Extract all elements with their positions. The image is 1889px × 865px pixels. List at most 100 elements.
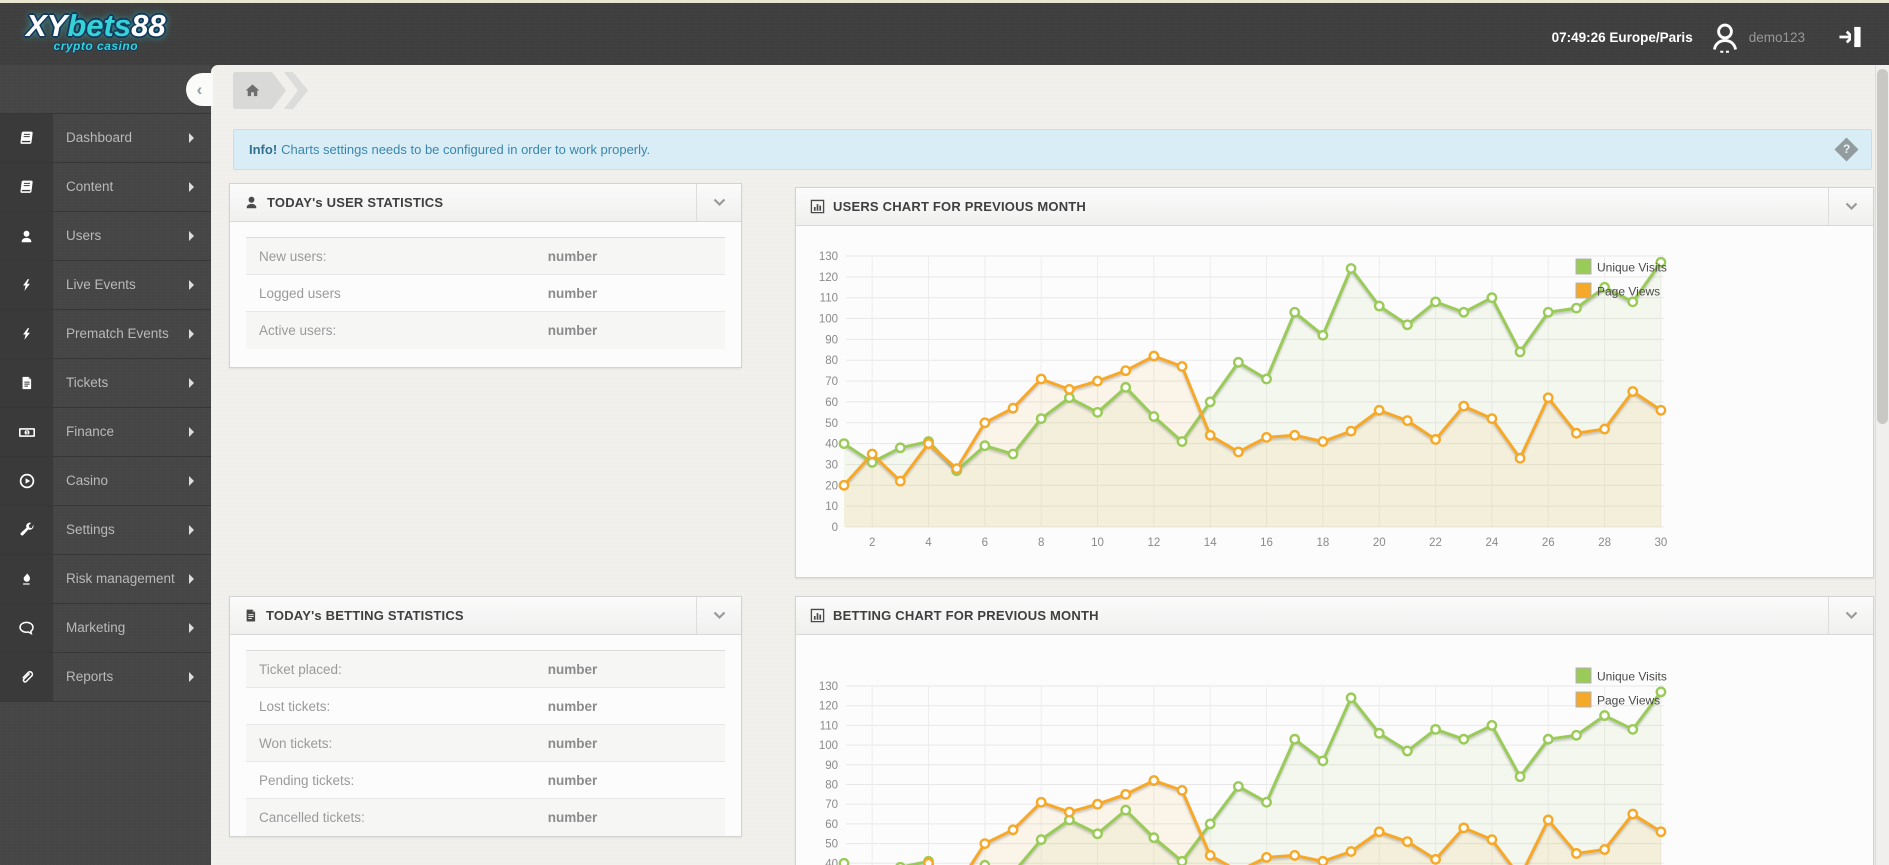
flame-icon	[0, 555, 53, 603]
comment-icon	[0, 604, 53, 652]
sidebar-item-label: Marketing	[66, 620, 126, 635]
svg-text:110: 110	[820, 720, 838, 732]
svg-text:40: 40	[825, 858, 838, 865]
collapse-chevron-icon[interactable]	[696, 597, 741, 634]
sidebar-item-dashboard[interactable]: Dashboard	[0, 114, 211, 163]
chevron-right-icon	[189, 378, 194, 388]
stat-label: Won tickets:	[259, 735, 333, 751]
svg-text:50: 50	[825, 418, 838, 430]
logo-text: XYbets88	[26, 8, 166, 43]
stat-label: Pending tickets:	[259, 772, 355, 788]
username[interactable]: demo123	[1749, 30, 1805, 45]
paperclip-icon	[0, 653, 53, 701]
svg-text:4: 4	[925, 537, 932, 549]
sidebar-item-live-events[interactable]: Live Events	[0, 261, 211, 310]
svg-text:130: 130	[819, 681, 838, 693]
stat-value: number	[547, 661, 598, 677]
collapse-chevron-icon[interactable]	[696, 184, 741, 221]
sidebar: Dashboard Content Users Live Events Prematch…	[0, 65, 211, 865]
stat-row: New users: number	[246, 238, 725, 275]
sidebar-item-label: Tickets	[66, 375, 109, 390]
svg-text:1: 1	[25, 430, 28, 436]
stat-label: New users:	[259, 248, 327, 264]
betting-chart: 0102030405060708090100110120130246810121…	[796, 635, 1873, 865]
chevron-right-icon	[189, 329, 194, 339]
panel-title: TODAY's USER STATISTICS	[267, 195, 444, 210]
chevron-right-icon	[189, 182, 194, 192]
sidebar-item-finance[interactable]: 1 Finance	[0, 408, 211, 457]
breadcrumb-home-button[interactable]	[233, 72, 272, 109]
breadcrumb	[233, 72, 308, 109]
user-avatar-icon[interactable]	[1707, 18, 1743, 56]
collapse-chevron-icon[interactable]	[1828, 597, 1873, 634]
sidebar-item-marketing[interactable]: Marketing	[0, 604, 211, 653]
stat-value: number	[547, 285, 598, 301]
svg-text:40: 40	[825, 439, 838, 451]
panel-title: TODAY's BETTING STATISTICS	[266, 608, 464, 623]
chevron-right-icon	[189, 280, 194, 290]
chevron-right-icon	[189, 427, 194, 437]
home-icon	[245, 84, 260, 97]
svg-text:8: 8	[1038, 537, 1044, 549]
svg-text:26: 26	[1542, 537, 1555, 549]
stat-row: Lost tickets: number	[246, 688, 725, 725]
svg-text:28: 28	[1598, 537, 1611, 549]
stat-value: number	[547, 323, 598, 338]
users-chart: 0 10 20 30 40 50 60 70 80 90 100 110 120 130 2 4 6 8 10 12 1…	[796, 226, 1873, 571]
sidebar-item-users[interactable]: Users	[0, 212, 211, 261]
stat-row: Won tickets: number	[246, 725, 725, 762]
sidebar-item-label: Content	[66, 179, 114, 194]
app-logo[interactable]: XYbets88 crypto casino	[26, 8, 166, 54]
svg-text:Page Views: Page Views	[1597, 285, 1660, 299]
book-icon	[0, 114, 53, 162]
sidebar-item-settings[interactable]: Settings	[0, 506, 211, 555]
chevron-right-icon	[189, 672, 194, 682]
stat-value: number	[547, 735, 598, 751]
logout-icon[interactable]	[1835, 20, 1865, 54]
money-icon: 1	[0, 408, 53, 456]
svg-text:20: 20	[825, 480, 838, 492]
sidebar-item-label: Settings	[66, 522, 115, 537]
stat-label: Ticket placed:	[259, 661, 342, 677]
svg-text:14: 14	[1204, 537, 1217, 549]
sidebar-item-label: Prematch Events	[66, 326, 169, 341]
svg-text:12: 12	[1147, 537, 1160, 549]
sidebar-item-label: Risk management	[66, 571, 175, 586]
chevron-right-icon	[189, 133, 194, 143]
sidebar-item-casino[interactable]: Casino	[0, 457, 211, 506]
bolt-icon	[0, 310, 53, 358]
breadcrumb-chevron	[284, 72, 308, 109]
users-chart-panel: USERS CHART FOR PREVIOUS MONTH 0 10 20 30 40…	[795, 187, 1874, 578]
sidebar-collapse-button[interactable]: ‹	[186, 73, 213, 106]
svg-text:60: 60	[825, 397, 838, 409]
sidebar-item-prematch-events[interactable]: Prematch Events	[0, 310, 211, 359]
svg-text:90: 90	[825, 334, 838, 346]
bar-chart-icon	[810, 199, 825, 214]
chevron-right-icon	[189, 623, 194, 633]
svg-text:70: 70	[825, 799, 838, 811]
svg-text:18: 18	[1316, 537, 1329, 549]
sidebar-item-label: Live Events	[66, 277, 136, 292]
stat-label: Active users:	[259, 323, 337, 338]
svg-text:110: 110	[820, 293, 838, 305]
stat-value: number	[547, 772, 598, 788]
svg-text:60: 60	[825, 819, 838, 831]
sidebar-item-content[interactable]: Content	[0, 163, 211, 212]
svg-text:100: 100	[819, 740, 838, 752]
sidebar-item-label: Finance	[66, 424, 115, 439]
svg-text:80: 80	[825, 780, 838, 792]
page-scrollbar[interactable]	[1875, 65, 1889, 865]
svg-text:70: 70	[825, 376, 838, 388]
chevron-right-icon	[189, 231, 194, 241]
svg-text:90: 90	[825, 760, 838, 772]
collapse-chevron-icon[interactable]	[1828, 188, 1873, 225]
svg-text:22: 22	[1429, 537, 1442, 549]
sidebar-menu: Dashboard Content Users Live Events Prematch…	[0, 113, 211, 702]
stat-label: Logged users	[259, 285, 341, 301]
sidebar-item-reports[interactable]: Reports	[0, 653, 211, 702]
sidebar-item-tickets[interactable]: Tickets	[0, 359, 211, 408]
sidebar-item-risk-management[interactable]: Risk management	[0, 555, 211, 604]
wrench-icon	[0, 506, 53, 554]
scrollbar-thumb[interactable]	[1877, 69, 1888, 424]
help-icon[interactable]: ?	[1834, 137, 1859, 162]
